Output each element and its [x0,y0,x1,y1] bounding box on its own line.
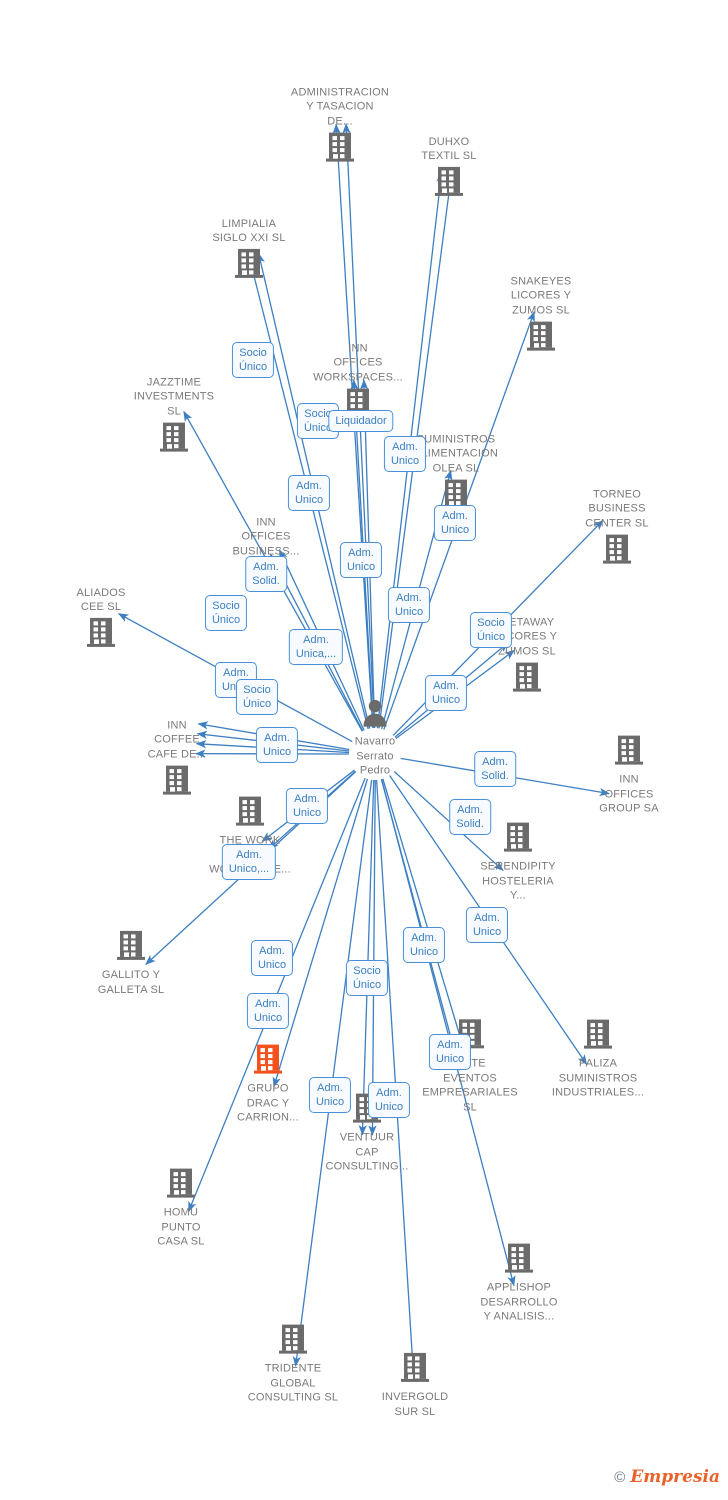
company-node[interactable]: INVERGOLD SUR SL [360,1351,470,1419]
watermark: © Empresia [614,1469,720,1486]
company-node-label: SERENDIPITY HOSTELERIA Y... [480,860,556,902]
company-node[interactable]: INN COFFEE CAFE DE... [122,718,232,801]
company-node[interactable]: HOMU PUNTO CASA SL [126,1167,236,1250]
relationship-label[interactable]: Adm. Unico [339,542,383,578]
company-node[interactable]: INN OFFICES GROUP SA [574,734,684,817]
relationship-label[interactable]: Adm. Unico [367,1082,411,1118]
company-node-label: LIMPIALIA SIGLO XXI SL [212,217,286,245]
relationship-label[interactable]: Adm. Unico [246,993,290,1029]
copyright-symbol: © [614,1469,626,1486]
network-graph: ADMINISTRACION Y TASACION DE... DUHXO TEX… [0,0,728,1500]
company-node-label: TORNEO BUSINESS CENTER SL [585,488,649,530]
building-icon [486,319,596,356]
building-icon [543,1018,653,1055]
company-node[interactable]: APPLISHOP DESARROLLO Y ANALISIS... [464,1242,574,1325]
company-node-label: PALIZA SUMINISTROS INDUSTRIALES... [551,1057,645,1099]
person-icon [320,698,430,733]
building-icon [574,734,684,771]
company-node-label: TRIDENTE GLOBAL CONSULTING SL [247,1362,339,1404]
relationship-label[interactable]: Socio Único [204,595,248,631]
relationship-label[interactable]: Adm. Solid. [474,751,516,787]
company-node-label: ADMINISTRACION Y TASACION DE... [290,86,390,128]
relationship-label[interactable]: Socio Único [469,612,513,648]
building-icon [238,1323,348,1360]
relationship-label[interactable]: Adm. Unico [287,475,331,511]
company-node[interactable]: GALLITO Y GALLETA SL [76,929,186,997]
company-node-label: SNAKEYES LICORES Y ZUMOS SL [510,275,572,317]
company-node-label: VENTUUR CAP CONSULTING... [325,1131,409,1173]
company-node-label: APPLISHOP DESARROLLO Y ANALISIS... [480,1281,558,1323]
building-icon [464,1242,574,1279]
company-node-label: HOMU PUNTO CASA SL [157,1206,205,1248]
relationship-label[interactable]: Socio Único [345,960,389,996]
building-icon [394,165,504,202]
company-node-label: JAZZTIME INVESTMENTS SL [133,376,215,418]
company-node[interactable]: GRUPO DRAC Y CARRION... [213,1043,323,1126]
company-node-label: INN OFFICES GROUP SA [599,773,659,815]
relationship-label[interactable]: Adm. Unico [383,436,427,472]
relationship-label[interactable]: Socio Único [235,679,279,715]
company-node-label: ALIADOS CEE SL [76,586,126,614]
brand-name: Empresia [630,1467,720,1487]
relationship-label[interactable]: Socio Único [231,342,275,378]
company-node[interactable]: ADMINISTRACION Y TASACION DE... [285,85,395,168]
company-node-label: GRUPO DRAC Y CARRION... [237,1082,299,1124]
company-node[interactable]: ALIADOS CEE SL [46,585,156,653]
company-node-label: INN OFFICES BUSINESS... [232,516,300,558]
building-icon [562,532,672,569]
building-icon [194,247,304,284]
company-node[interactable]: SNAKEYES LICORES Y ZUMOS SL [486,274,596,357]
relationship-edge [375,779,418,1381]
building-icon [76,929,186,966]
company-node-label: INVERGOLD SUR SL [381,1391,449,1418]
company-node[interactable]: TRIDENTE GLOBAL CONSULTING SL [238,1323,348,1406]
relationship-label[interactable]: Adm. Unico [424,675,468,711]
relationship-label[interactable]: Adm. Unico [465,907,509,943]
relationship-label[interactable]: Adm. Solid. [245,556,287,592]
company-node[interactable]: JAZZTIME INVESTMENTS SL [119,375,229,458]
relationship-label[interactable]: Adm. Unico [255,727,299,763]
building-icon [126,1167,236,1204]
relationship-label[interactable]: Adm. Unico [250,940,294,976]
relationship-label[interactable]: Liquidador [328,410,394,432]
company-node-label: DUHXO TEXTIL SL [421,135,477,163]
company-node-label: INN OFFICES WORKSPACES... [313,342,403,384]
relationship-label[interactable]: Adm. Unica,... [288,629,344,665]
building-icon [119,420,229,457]
company-node[interactable]: PALIZA SUMINISTROS INDUSTRIALES... [543,1018,653,1101]
building-icon [472,660,582,697]
company-node[interactable]: TORNEO BUSINESS CENTER SL [562,487,672,570]
relationship-label[interactable]: Adm. Unico [308,1077,352,1113]
relationship-label[interactable]: Adm. Unico [433,505,477,541]
person-node-label: Navarro Serrato Pedro [354,735,396,777]
relationship-label[interactable]: Adm. Unico,... [221,844,277,880]
company-node[interactable]: DUHXO TEXTIL SL [394,134,504,202]
building-icon [213,1043,323,1080]
company-node-label: INN COFFEE CAFE DE... [147,719,207,761]
relationship-label[interactable]: Adm. Unico [402,927,446,963]
building-icon [285,130,395,167]
company-node[interactable]: LIMPIALIA SIGLO XXI SL [194,216,304,284]
building-icon [360,1351,470,1388]
relationship-label[interactable]: Adm. Unico [428,1034,472,1070]
relationship-label[interactable]: Adm. Unico [387,587,431,623]
person-node[interactable]: Navarro Serrato Pedro [320,698,430,779]
building-icon [46,616,156,653]
company-node-label: GALLITO Y GALLETA SL [97,969,165,996]
relationship-label[interactable]: Adm. Solid. [449,799,491,835]
relationship-label[interactable]: Adm. Unico [285,788,329,824]
